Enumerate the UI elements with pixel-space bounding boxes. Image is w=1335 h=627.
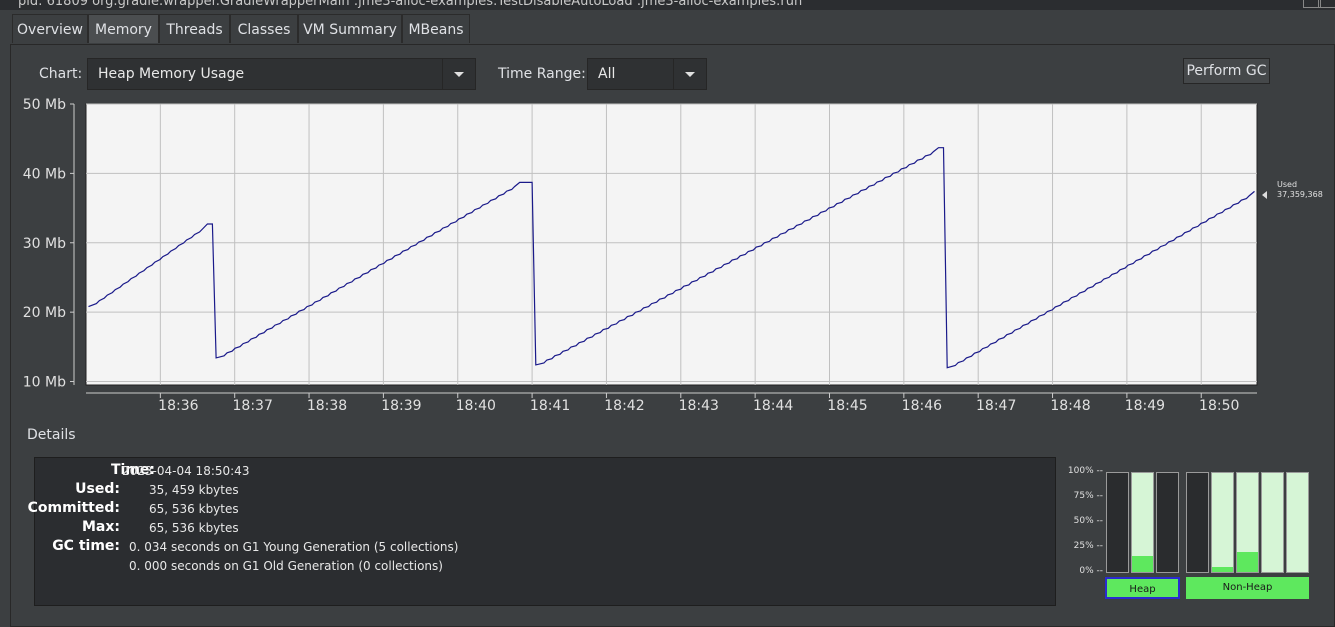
heap-memory-chart: 50 Mb40 Mb30 Mb20 Mb10 Mb 18:36 18:37 18:3… xyxy=(23,97,1323,414)
current-value-label: Used xyxy=(1277,180,1297,189)
x-tick-label: 18:48 xyxy=(1050,398,1090,414)
y-tick-label: 20 Mb xyxy=(23,305,66,321)
pct-label: 0% -- xyxy=(1079,566,1103,576)
max-key: Max: xyxy=(81,519,120,535)
committed-value: 65, 536 kbytes xyxy=(149,502,239,516)
pct-label: 75% -- xyxy=(1073,491,1103,501)
nonheap-pool-bar[interactable] xyxy=(1186,472,1209,573)
time-value: 2023-04-04 18:50:43 xyxy=(122,464,250,478)
y-tick-label: 40 Mb xyxy=(23,166,66,182)
current-value-text: 37,359,368 xyxy=(1277,190,1323,199)
committed-key: Committed: xyxy=(27,500,120,516)
y-tick-label: 10 Mb xyxy=(23,375,66,391)
gc-time-key: GC time: xyxy=(52,538,120,554)
x-tick-label: 18:47 xyxy=(976,398,1016,414)
gc-young-value: 0. 034 seconds on G1 Young Generation (5… xyxy=(129,540,459,554)
plot-area xyxy=(85,103,1258,386)
heap-pool-bar[interactable] xyxy=(1106,472,1129,573)
x-tick-label: 18:44 xyxy=(753,398,793,414)
x-tick-label: 18:49 xyxy=(1125,398,1165,414)
current-value-marker xyxy=(1262,191,1267,199)
x-axis: 18:36 18:37 18:38 18:39 18:40 18:41 18:42 18:43… xyxy=(86,392,1257,414)
x-tick-label: 18:42 xyxy=(604,398,644,414)
y-tick-label: 50 Mb xyxy=(23,97,66,113)
x-tick-label: 18:46 xyxy=(902,398,942,414)
x-tick-label: 18:37 xyxy=(233,398,273,414)
used-value: 35, 459 kbytes xyxy=(149,483,239,497)
nonheap-pool-bar[interactable] xyxy=(1211,472,1234,573)
heap-pool-bar[interactable] xyxy=(1156,472,1179,573)
x-tick-label: 18:38 xyxy=(307,398,347,414)
nonheap-pool-bar[interactable] xyxy=(1236,472,1259,573)
nonheap-legend-button[interactable]: Non-Heap xyxy=(1186,577,1309,599)
nonheap-pool-bar[interactable] xyxy=(1286,472,1309,573)
x-tick-label: 18:40 xyxy=(456,398,496,414)
y-tick-label: 30 Mb xyxy=(23,236,66,252)
pct-label: 100% -- xyxy=(1067,466,1103,476)
x-tick-label: 18:36 xyxy=(158,398,198,414)
max-value: 65, 536 kbytes xyxy=(149,521,239,535)
nonheap-pool-bar[interactable] xyxy=(1261,472,1284,573)
heap-pool-bar[interactable] xyxy=(1131,472,1154,573)
x-tick-label: 18:45 xyxy=(827,398,867,414)
details-title: Details xyxy=(27,427,76,443)
gc-old-value: 0. 000 seconds on G1 Old Generation (0 c… xyxy=(129,559,443,573)
memory-pools-panel: 100% -- 75% -- 50% -- 25% -- 0% -- Heap … xyxy=(1060,457,1320,607)
used-key: Used: xyxy=(75,481,120,497)
details-panel: Time: 2023-04-04 18:50:43 Used: 35, 459 … xyxy=(28,457,1056,606)
heap-legend-button[interactable]: Heap xyxy=(1105,577,1180,599)
y-axis: 50 Mb 40 Mb 30 Mb 20 Mb 10 Mb xyxy=(23,97,75,391)
x-tick-label: 18:41 xyxy=(530,398,570,414)
pct-label: 25% -- xyxy=(1073,541,1103,551)
x-tick-label: 18:43 xyxy=(679,398,719,414)
x-tick-label: 18:50 xyxy=(1199,398,1239,414)
pct-label: 50% -- xyxy=(1073,516,1103,526)
x-tick-label: 18:39 xyxy=(381,398,421,414)
